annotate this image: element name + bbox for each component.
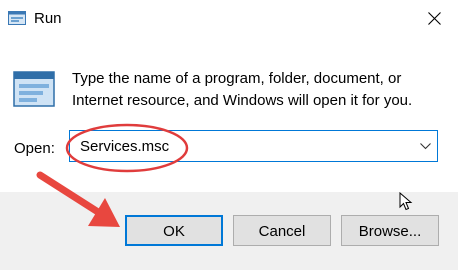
window-title: Run bbox=[34, 10, 62, 27]
open-label: Open: bbox=[14, 140, 55, 157]
cancel-button[interactable]: Cancel bbox=[233, 215, 331, 246]
title-bar: Run bbox=[0, 0, 458, 38]
dropdown-button[interactable] bbox=[413, 131, 437, 161]
run-icon bbox=[8, 10, 26, 26]
dialog-description: Type the name of a program, folder, docu… bbox=[72, 70, 413, 109]
mouse-pointer-icon bbox=[399, 191, 413, 217]
ok-button[interactable]: OK bbox=[125, 215, 223, 246]
close-button[interactable] bbox=[412, 0, 458, 38]
run-program-icon bbox=[13, 70, 55, 108]
run-dialog: Run Type the name of a program, folder, … bbox=[0, 0, 458, 270]
browse-button[interactable]: Browse... bbox=[341, 215, 439, 246]
open-input[interactable] bbox=[80, 138, 400, 155]
open-combobox[interactable] bbox=[69, 130, 438, 162]
